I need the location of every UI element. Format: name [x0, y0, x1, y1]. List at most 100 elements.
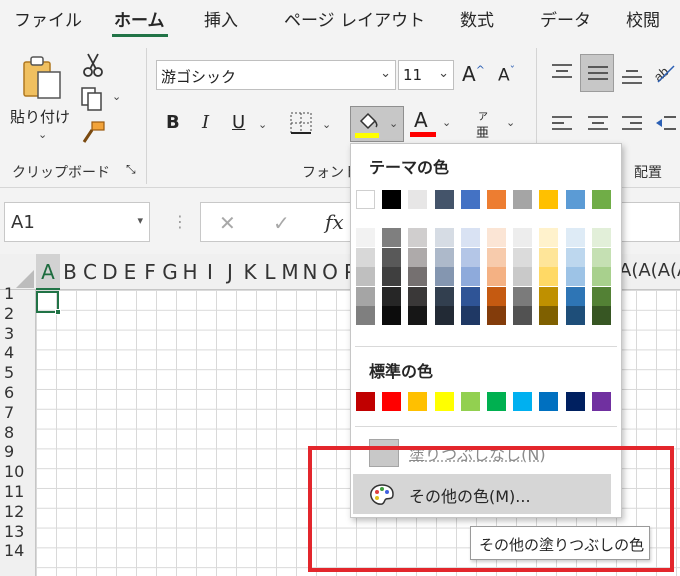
theme-shade-swatch[interactable]: [539, 306, 559, 326]
theme-shade-swatch[interactable]: [591, 247, 611, 267]
grow-font-button[interactable]: A^: [462, 62, 485, 86]
theme-shade-swatch[interactable]: [487, 228, 506, 247]
column-header[interactable]: D: [100, 260, 120, 284]
column-header[interactable]: O: [320, 260, 340, 284]
theme-shade-swatch[interactable]: [356, 247, 375, 267]
standard-color-swatch[interactable]: [382, 392, 402, 411]
theme-shade-swatch[interactable]: [565, 228, 585, 247]
theme-shade-swatch[interactable]: [460, 247, 480, 267]
tab-insert[interactable]: 挿入: [204, 6, 238, 31]
row-header[interactable]: 13: [0, 522, 36, 541]
theme-shade-swatch[interactable]: [460, 267, 480, 287]
theme-shade-swatch[interactable]: [434, 267, 454, 287]
theme-color-swatch[interactable]: [408, 190, 428, 209]
standard-color-swatch[interactable]: [434, 392, 454, 411]
align-middle-button[interactable]: [580, 54, 614, 92]
decrease-indent-icon[interactable]: [654, 114, 678, 134]
theme-color-swatch[interactable]: [513, 190, 533, 209]
column-header[interactable]: A: [36, 254, 60, 290]
theme-shade-swatch[interactable]: [382, 286, 402, 306]
format-painter-icon[interactable]: [80, 120, 106, 146]
column-header[interactable]: M: [280, 260, 300, 284]
row-header[interactable]: 1: [0, 284, 36, 303]
column-header[interactable]: H: [180, 260, 200, 284]
theme-shade-swatch[interactable]: [513, 306, 533, 326]
column-header[interactable]: I: [200, 260, 220, 284]
tab-file[interactable]: ファイル: [14, 6, 82, 31]
standard-color-swatch[interactable]: [460, 392, 480, 411]
copy-button[interactable]: ⌄: [80, 86, 126, 112]
row-header[interactable]: 14: [0, 541, 36, 560]
tab-home[interactable]: ホーム: [114, 6, 165, 31]
theme-shade-swatch[interactable]: [513, 228, 533, 247]
font-size-select[interactable]: 11 ⌄: [398, 60, 454, 90]
row-header[interactable]: 10: [0, 462, 36, 481]
align-left-icon[interactable]: [550, 114, 574, 134]
theme-shade-swatch[interactable]: [408, 247, 428, 267]
font-name-select[interactable]: 游ゴシック ⌄: [156, 60, 396, 90]
theme-shade-swatch[interactable]: [356, 267, 375, 287]
theme-shade-swatch[interactable]: [382, 228, 402, 247]
theme-shade-swatch[interactable]: [591, 228, 611, 247]
theme-shade-swatch[interactable]: [408, 306, 428, 326]
standard-color-swatch[interactable]: [356, 392, 375, 411]
theme-shade-swatch[interactable]: [539, 286, 559, 306]
theme-shade-swatch[interactable]: [434, 247, 454, 267]
theme-shade-swatch[interactable]: [487, 267, 506, 287]
theme-shade-swatch[interactable]: [539, 228, 559, 247]
theme-shade-swatch[interactable]: [539, 247, 559, 267]
borders-icon[interactable]: [290, 112, 312, 134]
row-header[interactable]: 2: [0, 304, 36, 323]
align-top-icon[interactable]: [550, 62, 574, 82]
row-header[interactable]: 5: [0, 363, 36, 382]
standard-color-swatch[interactable]: [487, 392, 506, 411]
borders-dropdown-icon[interactable]: ⌄: [322, 118, 331, 131]
column-header[interactable]: G: [160, 260, 180, 284]
column-header[interactable]: J: [220, 260, 240, 284]
shrink-font-button[interactable]: Aˇ: [498, 64, 515, 86]
standard-color-swatch[interactable]: [408, 392, 428, 411]
italic-button[interactable]: I: [202, 112, 209, 133]
theme-shade-swatch[interactable]: [434, 286, 454, 306]
theme-shade-swatch[interactable]: [460, 306, 480, 326]
row-header[interactable]: 4: [0, 343, 36, 362]
theme-shade-swatch[interactable]: [487, 306, 506, 326]
tab-review[interactable]: 校閲: [626, 6, 660, 31]
theme-shade-swatch[interactable]: [356, 306, 375, 326]
theme-color-swatch[interactable]: [434, 190, 454, 209]
column-header[interactable]: B: [60, 260, 80, 284]
row-header[interactable]: 7: [0, 403, 36, 422]
underline-button[interactable]: U: [232, 112, 245, 133]
column-header[interactable]: K: [240, 260, 260, 284]
theme-color-swatch[interactable]: [460, 190, 480, 209]
tab-page-layout[interactable]: ページ レイアウト: [284, 6, 425, 31]
theme-shade-swatch[interactable]: [434, 228, 454, 247]
row-header[interactable]: 6: [0, 383, 36, 402]
column-header[interactable]: C: [80, 260, 100, 284]
row-header[interactable]: 8: [0, 423, 36, 442]
row-header[interactable]: 3: [0, 324, 36, 343]
bold-button[interactable]: B: [166, 112, 180, 133]
phonetic-guide-button[interactable]: ア 亜 ⌄: [474, 108, 520, 142]
theme-shade-swatch[interactable]: [356, 228, 375, 247]
row-header[interactable]: 12: [0, 502, 36, 521]
theme-shade-swatch[interactable]: [487, 247, 506, 267]
column-header[interactable]: N: [300, 260, 320, 284]
font-color-button[interactable]: A ⌄: [410, 106, 456, 142]
paste-button[interactable]: 貼り付け ⌄: [8, 48, 72, 144]
cancel-icon[interactable]: ✕: [219, 211, 236, 235]
theme-color-swatch[interactable]: [487, 190, 506, 209]
tab-data[interactable]: データ: [540, 6, 591, 31]
insert-function-icon[interactable]: fx: [325, 210, 344, 234]
cut-icon[interactable]: [82, 52, 104, 78]
theme-shade-swatch[interactable]: [408, 267, 428, 287]
dialog-launcher-icon[interactable]: ⤡: [126, 162, 136, 177]
standard-color-swatch[interactable]: [591, 392, 611, 411]
theme-color-swatch[interactable]: [539, 190, 559, 209]
column-header[interactable]: F: [140, 260, 160, 284]
theme-color-swatch[interactable]: [382, 190, 402, 209]
theme-shade-swatch[interactable]: [513, 286, 533, 306]
row-header[interactable]: 11: [0, 482, 36, 501]
theme-shade-swatch[interactable]: [513, 267, 533, 287]
theme-shade-swatch[interactable]: [591, 286, 611, 306]
